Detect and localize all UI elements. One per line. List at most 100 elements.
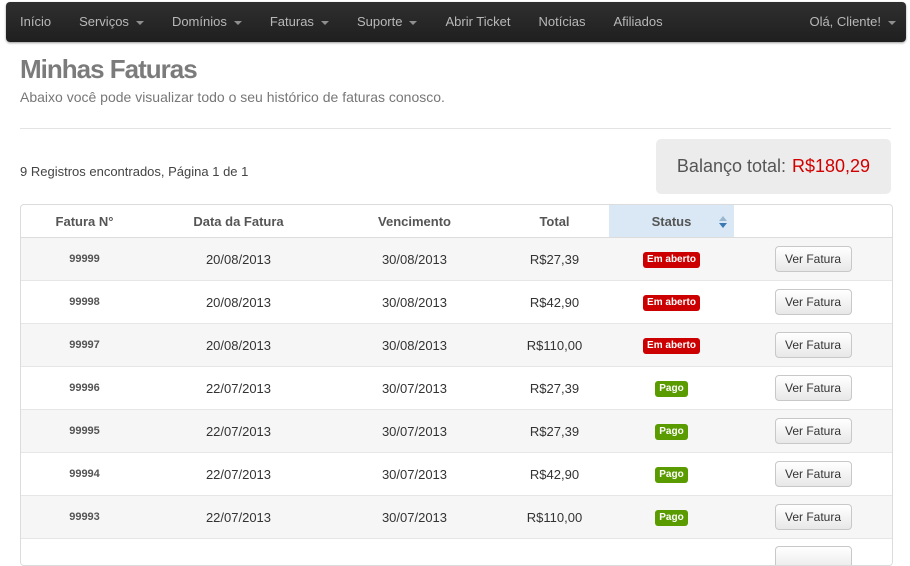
column-header-status[interactable]: Status <box>609 205 734 238</box>
table-row: 9999920/08/201330/08/2013R$27,39Em abert… <box>21 238 892 281</box>
status-cell <box>609 539 734 566</box>
status-cell: Em aberto <box>609 238 734 281</box>
view-invoice-button[interactable]: Ver Fatura <box>775 332 852 358</box>
nav-item-5[interactable]: Abrir Ticket <box>431 2 524 42</box>
view-invoice-button[interactable]: Ver Fatura <box>775 504 852 530</box>
nav-item-label: Início <box>20 14 51 29</box>
column-header-invoice-date[interactable]: Data da Fatura <box>148 205 329 238</box>
status-cell: Em aberto <box>609 324 734 367</box>
top-navbar: Início Serviços Domínios Faturas Suporte Abri… <box>6 2 906 42</box>
nav-item-2[interactable]: Domínios <box>158 2 256 42</box>
invoice-date <box>148 539 329 566</box>
view-invoice-button[interactable]: Ver Fatura <box>775 418 852 444</box>
status-badge: Em aberto <box>643 295 700 311</box>
column-header-due-date[interactable]: Vencimento <box>329 205 500 238</box>
invoice-total: R$42,90 <box>500 281 609 324</box>
table-row: 9999322/07/201330/07/2013R$110,00PagoVer… <box>21 496 892 539</box>
due-date: 30/08/2013 <box>329 324 500 367</box>
sort-arrows-icon <box>718 216 728 228</box>
invoice-number: 99998 <box>21 281 148 324</box>
table-row: 9999422/07/201330/07/2013R$42,90PagoVer … <box>21 453 892 496</box>
nav-item-label: Afiliados <box>613 14 662 29</box>
status-cell: Pago <box>609 367 734 410</box>
balance-box: Balanço total: R$180,29 <box>656 139 891 194</box>
invoice-total <box>500 539 609 566</box>
table-row: 9999622/07/201330/07/2013R$27,39PagoVer … <box>21 367 892 410</box>
due-date: 30/07/2013 <box>329 367 500 410</box>
caret-down-icon <box>234 21 242 25</box>
invoice-date: 22/07/2013 <box>148 453 329 496</box>
action-cell: Ver Fatura <box>734 324 892 367</box>
caret-down-icon <box>409 21 417 25</box>
nav-item-3[interactable]: Faturas <box>256 2 343 42</box>
invoice-total: R$27,39 <box>500 410 609 453</box>
nav-item-label: Domínios <box>172 14 227 29</box>
caret-down-icon <box>888 21 896 25</box>
invoice-date: 22/07/2013 <box>148 367 329 410</box>
table-row: 9999820/08/201330/08/2013R$42,90Em abert… <box>21 281 892 324</box>
column-header-invoice-number[interactable]: Fatura N° <box>21 205 148 238</box>
due-date: 30/08/2013 <box>329 281 500 324</box>
user-menu[interactable]: Olá, Cliente! <box>795 2 906 42</box>
status-badge: Em aberto <box>643 338 700 354</box>
view-invoice-button[interactable] <box>775 546 852 566</box>
invoice-number: 99999 <box>21 238 148 281</box>
action-cell <box>734 539 892 566</box>
table-row <box>21 539 892 566</box>
invoice-number: 99997 <box>21 324 148 367</box>
view-invoice-button[interactable]: Ver Fatura <box>775 375 852 401</box>
nav-item-1[interactable]: Serviços <box>65 2 158 42</box>
invoice-date: 20/08/2013 <box>148 238 329 281</box>
main-nav: Início Serviços Domínios Faturas Suporte Abri… <box>6 2 677 42</box>
invoices-table: Fatura N° Data da Fatura Vencimento Tota… <box>20 204 893 566</box>
balance-amount: R$180,29 <box>792 156 870 177</box>
view-invoice-button[interactable]: Ver Fatura <box>775 461 852 487</box>
divider <box>20 128 891 129</box>
nav-item-7[interactable]: Afiliados <box>599 2 676 42</box>
action-cell: Ver Fatura <box>734 453 892 496</box>
invoice-date: 20/08/2013 <box>148 324 329 367</box>
page-subtitle: Abaixo você pode visualizar todo o seu h… <box>20 89 445 105</box>
action-cell: Ver Fatura <box>734 496 892 539</box>
nav-item-label: Suporte <box>357 14 403 29</box>
user-menu-label: Olá, Cliente! <box>809 14 881 29</box>
due-date: 30/07/2013 <box>329 453 500 496</box>
invoice-date: 22/07/2013 <box>148 496 329 539</box>
caret-down-icon <box>136 21 144 25</box>
view-invoice-button[interactable]: Ver Fatura <box>775 246 852 272</box>
table-header-row: Fatura N° Data da Fatura Vencimento Tota… <box>21 205 892 238</box>
user-menu-area: Olá, Cliente! <box>795 2 906 42</box>
nav-item-label: Notícias <box>539 14 586 29</box>
view-invoice-button[interactable]: Ver Fatura <box>775 289 852 315</box>
action-cell: Ver Fatura <box>734 238 892 281</box>
records-count: 9 Registros encontrados, Página 1 de 1 <box>20 164 248 179</box>
column-header-status-label: Status <box>652 214 692 229</box>
status-cell: Pago <box>609 410 734 453</box>
action-cell: Ver Fatura <box>734 410 892 453</box>
status-cell: Pago <box>609 453 734 496</box>
invoice-total: R$27,39 <box>500 367 609 410</box>
status-badge: Pago <box>655 424 687 440</box>
balance-label: Balanço total: <box>677 156 786 177</box>
status-badge: Pago <box>655 381 687 397</box>
nav-item-0[interactable]: Início <box>6 2 65 42</box>
due-date: 30/07/2013 <box>329 410 500 453</box>
action-cell: Ver Fatura <box>734 367 892 410</box>
invoice-total: R$27,39 <box>500 238 609 281</box>
table-body: 9999920/08/201330/08/2013R$27,39Em abert… <box>21 238 892 566</box>
table-row: 9999522/07/201330/07/2013R$27,39PagoVer … <box>21 410 892 453</box>
invoice-total: R$110,00 <box>500 496 609 539</box>
nav-item-4[interactable]: Suporte <box>343 2 432 42</box>
invoice-number <box>21 539 148 566</box>
status-cell: Pago <box>609 496 734 539</box>
invoice-date: 22/07/2013 <box>148 410 329 453</box>
due-date: 30/08/2013 <box>329 238 500 281</box>
column-header-actions <box>734 205 892 238</box>
action-cell: Ver Fatura <box>734 281 892 324</box>
invoice-total: R$110,00 <box>500 324 609 367</box>
nav-item-6[interactable]: Notícias <box>525 2 600 42</box>
status-badge: Pago <box>655 467 687 483</box>
caret-down-icon <box>321 21 329 25</box>
column-header-total[interactable]: Total <box>500 205 609 238</box>
invoice-number: 99993 <box>21 496 148 539</box>
